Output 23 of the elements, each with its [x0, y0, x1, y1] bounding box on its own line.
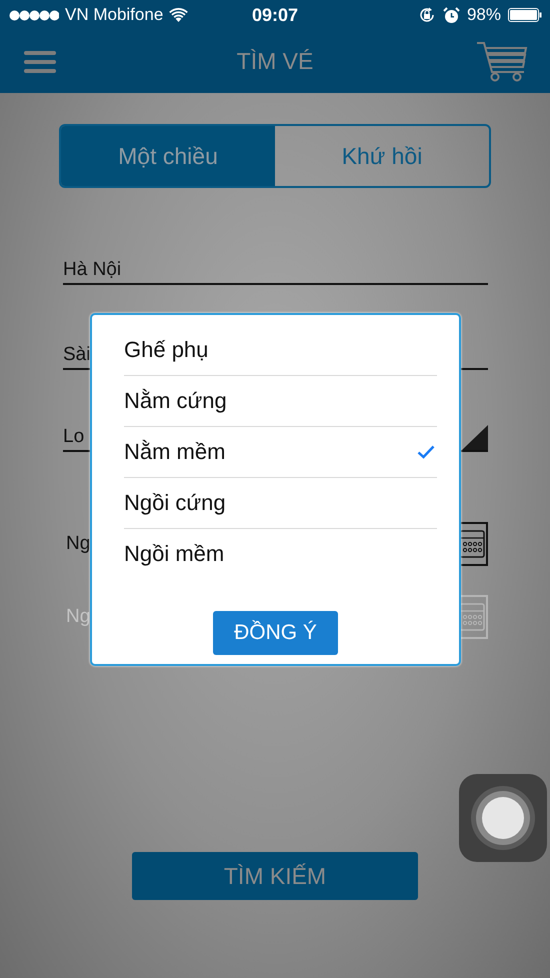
- battery-icon: [508, 8, 542, 22]
- seat-option[interactable]: Ngồi cứng: [124, 478, 437, 529]
- input-field[interactable]: Hà Nội: [63, 254, 488, 285]
- assistive-touch-button[interactable]: [459, 774, 547, 862]
- rotation-lock-icon: [418, 6, 436, 24]
- wifi-icon: [169, 8, 188, 22]
- trip-tab[interactable]: Một chiều: [61, 126, 275, 186]
- screen-title: TÌM VÉ: [236, 48, 314, 75]
- battery-percent: 98%: [466, 5, 501, 25]
- date-label: Ng: [65, 533, 90, 555]
- seat-option[interactable]: Ngồi mềm: [124, 529, 437, 579]
- seat-option[interactable]: Nằm mềm: [124, 427, 437, 478]
- cart-icon[interactable]: [476, 41, 528, 82]
- carrier-name: VN Mobifone: [65, 5, 164, 25]
- seat-option[interactable]: Ghế phụ: [124, 325, 437, 376]
- select-field[interactable]: Lo: [63, 426, 84, 448]
- signal-icon: [9, 10, 59, 20]
- seat-option[interactable]: Nằm cứng: [124, 376, 437, 427]
- date-label: Ng: [65, 606, 90, 628]
- clock-time: 09:07: [252, 4, 298, 26]
- confirm-button[interactable]: ĐỒNG Ý: [213, 611, 338, 655]
- menu-icon[interactable]: [24, 50, 56, 74]
- alarm-icon: [442, 6, 460, 24]
